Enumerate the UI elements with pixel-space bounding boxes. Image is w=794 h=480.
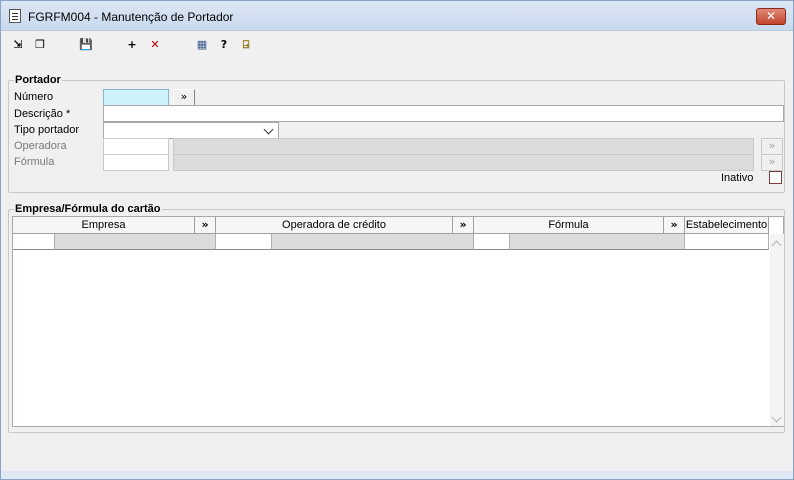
operadora-label: Operadora	[14, 140, 67, 152]
window-title: FGRFM004 - Manutenção de Portador	[28, 10, 234, 24]
formula-code-input	[103, 154, 169, 171]
add-icon[interactable]: +	[123, 36, 141, 54]
grid-cell-formula-name	[510, 234, 685, 250]
status-bar	[1, 471, 793, 479]
empresa-grid: Empresa » Operadora de crédito » Fórmula…	[12, 216, 784, 427]
formula-label: Fórmula	[14, 156, 55, 168]
grid-cell-formula-code[interactable]	[474, 234, 510, 250]
document-icon	[9, 9, 21, 23]
main-window: FGRFM004 - Manutenção de Portador ✕ ⇲ ❐ …	[0, 0, 794, 480]
grid-cell-empresa-name	[55, 234, 216, 250]
close-button[interactable]: ✕	[756, 8, 786, 25]
numero-input[interactable]	[103, 89, 169, 106]
tipo-portador-label: Tipo portador	[14, 124, 80, 136]
portador-legend: Portador	[14, 74, 62, 86]
title-bar: FGRFM004 - Manutenção de Portador ✕	[1, 1, 793, 31]
grid-cell-empresa-code[interactable]	[13, 234, 55, 250]
inativo-checkbox[interactable]	[769, 171, 782, 184]
help-icon[interactable]: ?	[215, 36, 233, 54]
scroll-up-icon[interactable]	[771, 240, 782, 251]
operadora-code-input	[103, 138, 169, 155]
empresa-lookup-header-button[interactable]: »	[195, 217, 216, 234]
chevron-down-icon	[263, 124, 274, 135]
copy-record-icon[interactable]: ❐	[31, 36, 49, 54]
tipo-portador-select[interactable]	[103, 122, 279, 139]
grid-vertical-scrollbar[interactable]	[770, 234, 784, 426]
numero-lookup-button[interactable]: »	[173, 89, 195, 106]
first-record-icon[interactable]: ⇲	[9, 36, 27, 54]
column-header-operadora-credito[interactable]: Operadora de crédito	[216, 217, 453, 234]
operadora-description-field	[173, 138, 754, 155]
column-header-formula[interactable]: Fórmula	[474, 217, 664, 234]
formula-lookup-button: »	[761, 154, 783, 171]
scroll-down-icon[interactable]	[771, 412, 782, 423]
save-icon[interactable]: 💾	[77, 36, 95, 54]
formula-description-field	[173, 154, 754, 171]
delete-icon[interactable]: ✕	[146, 36, 164, 54]
column-header-estabelecimento[interactable]: Estabelecimento	[685, 217, 769, 234]
operadora-lookup-header-button[interactable]: »	[453, 217, 474, 234]
formula-lookup-header-button[interactable]: »	[664, 217, 685, 234]
grid-cell-estabelecimento[interactable]	[685, 234, 769, 250]
toolbar: ⇲ ❐ 💾 + ✕ ▦ ? ⍈	[1, 31, 793, 59]
descricao-label: Descrição *	[14, 108, 71, 120]
grid-cell-operadora-code[interactable]	[216, 234, 272, 250]
exit-door-icon[interactable]: ⍈	[237, 36, 255, 54]
empresa-legend: Empresa/Fórmula do cartão	[14, 203, 162, 215]
grid-cell-operadora-name	[272, 234, 474, 250]
operadora-lookup-button: »	[761, 138, 783, 155]
calendar-grid-icon[interactable]: ▦	[193, 36, 211, 54]
inativo-label: Inativo	[721, 172, 754, 184]
column-header-empresa[interactable]: Empresa	[13, 217, 195, 234]
descricao-input[interactable]	[103, 105, 784, 122]
numero-label: Número	[14, 91, 54, 103]
